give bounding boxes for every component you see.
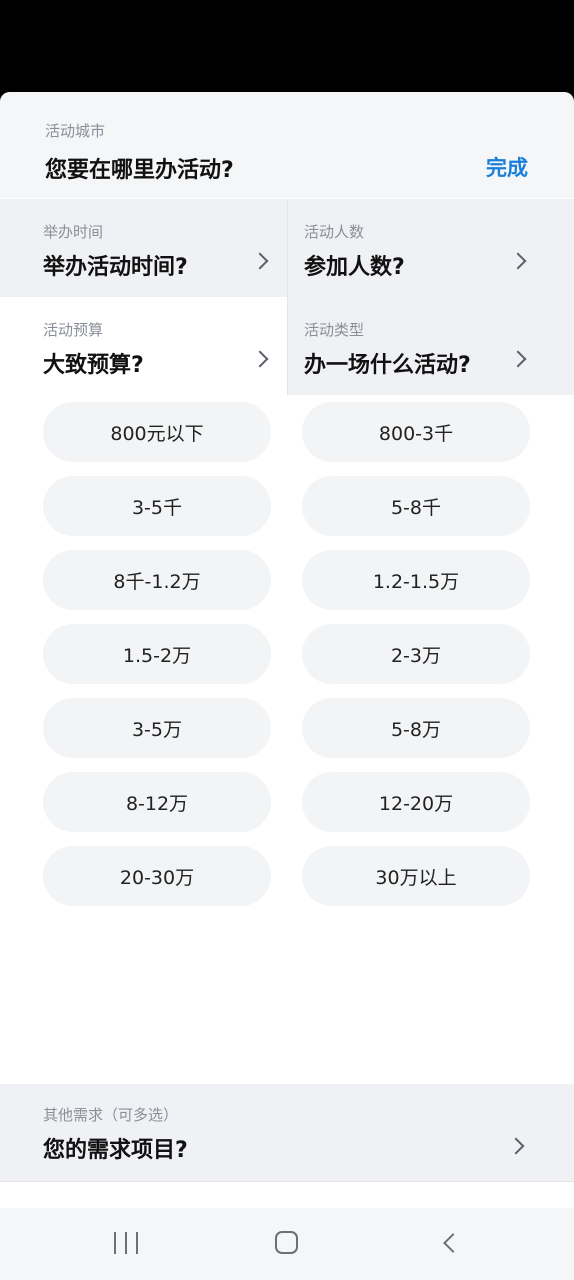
filter-row-2: 活动预算 大致预算? 活动类型 办一场什么活动? <box>0 297 574 395</box>
system-nav-bar <box>0 1208 574 1280</box>
home-icon[interactable] <box>275 1231 298 1254</box>
filter-sheet: 活动城市 您要在哪里办活动? 完成 举办时间 举办活动时间? 活动人数 参加人数… <box>0 92 574 1280</box>
filter-time[interactable]: 举办时间 举办活动时间? <box>0 199 287 297</box>
chevron-right-icon <box>509 350 527 368</box>
done-button[interactable]: 完成 <box>486 152 528 182</box>
filter-budget[interactable]: 活动预算 大致预算? <box>0 297 287 395</box>
back-icon[interactable] <box>443 1233 463 1253</box>
budget-option[interactable]: 800元以下 <box>43 402 271 462</box>
budget-option[interactable]: 2-3万 <box>302 624 530 684</box>
type-label: 活动类型 <box>304 321 365 339</box>
city-prompt: 您要在哪里办活动? <box>45 158 234 183</box>
other-label: 其他需求（可多选） <box>43 1106 179 1124</box>
budget-option[interactable]: 5-8千 <box>302 476 530 536</box>
filter-type[interactable]: 活动类型 办一场什么活动? <box>288 297 574 395</box>
time-label: 举办时间 <box>43 223 104 241</box>
budget-option[interactable]: 3-5千 <box>43 476 271 536</box>
filter-people[interactable]: 活动人数 参加人数? <box>288 199 574 297</box>
budget-option[interactable]: 8-12万 <box>43 772 271 832</box>
budget-option[interactable]: 5-8万 <box>302 698 530 758</box>
chevron-right-icon <box>509 252 527 270</box>
budget-option[interactable]: 30万以上 <box>302 846 530 906</box>
city-label: 活动城市 <box>45 122 106 140</box>
chevron-right-icon <box>251 350 269 368</box>
budget-option[interactable]: 1.5-2万 <box>43 624 271 684</box>
budget-option[interactable]: 1.2-1.5万 <box>302 550 530 610</box>
status-bar <box>0 0 574 92</box>
other-prompt: 您的需求项目? <box>43 1138 188 1163</box>
budget-option[interactable]: 12-20万 <box>302 772 530 832</box>
type-prompt: 办一场什么活动? <box>304 353 471 378</box>
other-needs[interactable]: 其他需求（可多选） 您的需求项目? <box>0 1084 574 1182</box>
budget-option[interactable]: 8千-1.2万 <box>43 550 271 610</box>
time-prompt: 举办活动时间? <box>43 255 188 280</box>
budget-option[interactable]: 3-5万 <box>43 698 271 758</box>
chevron-right-icon <box>251 252 269 270</box>
chevron-right-icon <box>507 1137 525 1155</box>
budget-label: 活动预算 <box>43 321 104 339</box>
people-label: 活动人数 <box>304 223 365 241</box>
budget-prompt: 大致预算? <box>43 353 144 378</box>
city-section[interactable]: 活动城市 您要在哪里办活动? 完成 <box>0 92 574 198</box>
budget-option[interactable]: 20-30万 <box>43 846 271 906</box>
recents-icon[interactable] <box>114 1232 138 1254</box>
filter-row-1: 举办时间 举办活动时间? 活动人数 参加人数? <box>0 199 574 297</box>
budget-option[interactable]: 800-3千 <box>302 402 530 462</box>
people-prompt: 参加人数? <box>304 255 405 280</box>
